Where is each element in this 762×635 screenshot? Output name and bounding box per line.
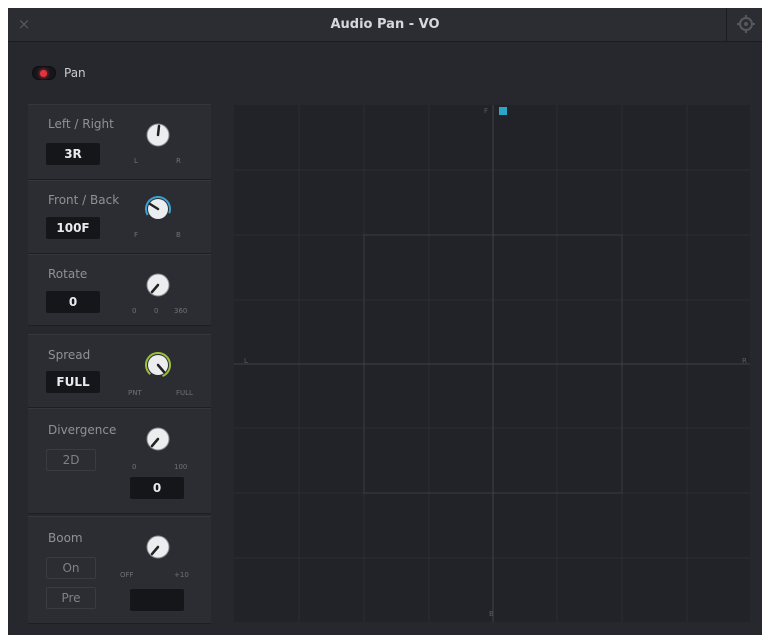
- pan-enable-toggle[interactable]: Pan: [32, 62, 86, 84]
- pan-grid: [234, 105, 750, 622]
- pan-on-indicator-icon: [40, 70, 47, 77]
- pan-positioner[interactable]: F B L R: [234, 105, 750, 622]
- pan-toggle-label: Pan: [64, 66, 86, 80]
- pan-position-handle[interactable]: [499, 107, 507, 115]
- rotate-value[interactable]: 0: [46, 291, 100, 313]
- pan-front-label: F: [484, 107, 489, 115]
- rotate-max-tick: 360: [174, 307, 188, 315]
- spread-label: Spread: [48, 348, 91, 362]
- divergence-2d-button[interactable]: 2D: [46, 449, 96, 471]
- rotate-panel: Rotate 0 0 0 360: [28, 254, 211, 326]
- front-back-value[interactable]: 100F: [46, 217, 100, 239]
- rotate-min-tick: 0: [132, 307, 137, 315]
- title-divider: [726, 8, 727, 41]
- divergence-panel: Divergence 2D 0 100 0: [28, 408, 211, 514]
- divergence-min-tick: 0: [132, 463, 137, 471]
- rotate-knob[interactable]: [145, 272, 171, 298]
- boom-value[interactable]: [130, 589, 184, 611]
- left-right-value[interactable]: 3R: [46, 143, 100, 165]
- title-bar: Audio Pan - VO ×: [8, 8, 762, 42]
- front-back-panel: Front / Back 100F F B: [28, 180, 211, 254]
- left-right-panel: Left / Right 3R L R: [28, 104, 211, 180]
- front-back-max-tick: B: [176, 231, 181, 239]
- front-back-label: Front / Back: [48, 193, 120, 207]
- gear-icon[interactable]: [734, 12, 758, 36]
- boom-pre-button[interactable]: Pre: [46, 587, 96, 609]
- boom-knob[interactable]: [145, 534, 171, 560]
- divergence-value[interactable]: 0: [130, 477, 184, 499]
- boom-max-tick: +10: [174, 571, 189, 579]
- pan-back-label: B: [489, 610, 494, 618]
- pan-toggle-switch[interactable]: [32, 66, 56, 80]
- window-title: Audio Pan - VO: [330, 17, 440, 32]
- divergence-max-tick: 100: [174, 463, 188, 471]
- spread-value[interactable]: FULL: [46, 371, 100, 393]
- rotate-label: Rotate: [48, 267, 88, 281]
- spread-min-tick: PNT: [128, 389, 142, 397]
- spread-panel: Spread FULL PNT FULL: [28, 334, 211, 408]
- pan-right-label: R: [742, 357, 747, 365]
- audio-pan-window: Audio Pan - VO × Pan Left / Right 3R L R…: [8, 8, 762, 635]
- left-right-max-tick: R: [176, 157, 181, 165]
- spread-knob[interactable]: [145, 352, 171, 378]
- left-right-knob[interactable]: [145, 122, 171, 148]
- boom-panel: Boom On Pre OFF +10: [28, 516, 211, 624]
- divergence-label: Divergence: [48, 423, 117, 437]
- boom-min-tick: OFF: [120, 571, 134, 579]
- divergence-knob[interactable]: [145, 426, 171, 452]
- left-right-label: Left / Right: [48, 117, 114, 131]
- spread-max-tick: FULL: [176, 389, 193, 397]
- close-icon[interactable]: ×: [12, 12, 36, 36]
- boom-label: Boom: [48, 531, 83, 545]
- pan-left-label: L: [244, 357, 248, 365]
- left-right-min-tick: L: [134, 157, 138, 165]
- rotate-mid-tick: 0: [154, 307, 159, 315]
- boom-on-button[interactable]: On: [46, 557, 96, 579]
- front-back-min-tick: F: [134, 231, 139, 239]
- front-back-knob[interactable]: [145, 196, 171, 222]
